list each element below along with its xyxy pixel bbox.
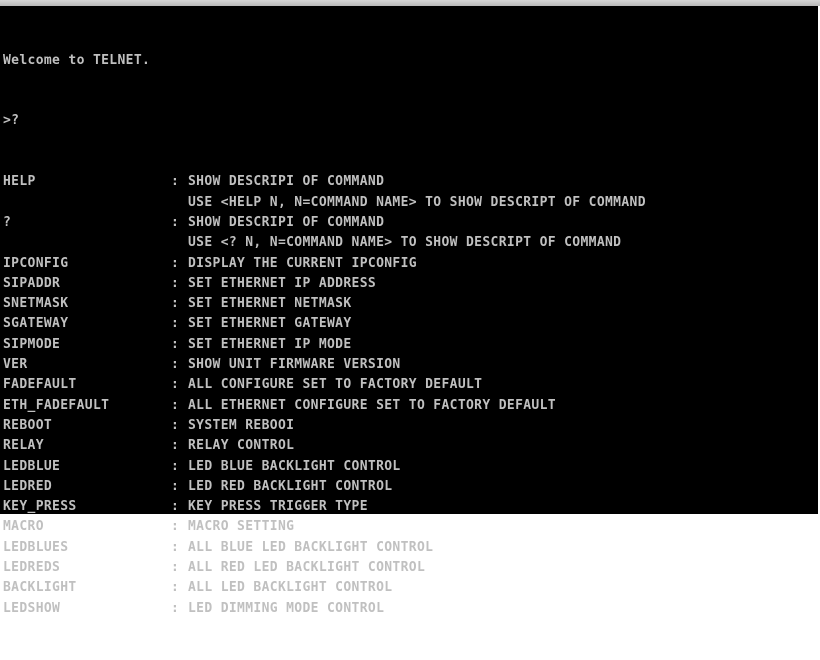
command-separator: : (171, 600, 180, 616)
command-row: ETH_FADEFAULT: ALL ETHERNET CONFIGURE SET… (3, 396, 646, 416)
command-description: ALL CONFIGURE SET TO FACTORY DEFAULT (188, 377, 483, 393)
command-description: LED DIMMING MODE CONTROL (188, 600, 385, 616)
command-name: SIPADDR (3, 275, 61, 291)
telnet-terminal[interactable]: Welcome to TELNET. >? HELP: SHOW DESCRIPI… (0, 6, 820, 616)
command-name: REBOOT (3, 417, 53, 433)
command-row: REBOOT: SYSTEM REBOOI (3, 416, 646, 436)
command-description: ALL RED LED BACKLIGHT CONTROL (188, 560, 426, 576)
command-row: IPCONFIG: DISPLAY THE CURRENT IPCONFIG (3, 254, 646, 274)
command-description: SET ETHERNET GATEWAY (188, 316, 352, 332)
command-separator: : (171, 560, 180, 576)
command-name: KEY_PRESS (3, 499, 77, 515)
command-row: VER: SHOW UNIT FIRMWARE VERSION (3, 355, 646, 375)
command-separator: : (171, 255, 180, 271)
command-separator: : (171, 296, 180, 312)
command-description: SET ETHERNET NETMASK (188, 296, 352, 312)
command-separator: : (171, 214, 180, 230)
command-name: LEDBLUE (3, 458, 61, 474)
command-row: HELP: SHOW DESCRIPI OF COMMAND (3, 172, 646, 192)
command-name: VER (3, 357, 28, 373)
command-name: ETH_FADEFAULT (3, 397, 110, 413)
command-name: LEDREDS (3, 560, 61, 576)
command-name: BACKLIGHT (3, 580, 77, 596)
command-description: MACRO SETTING (188, 519, 295, 535)
command-description: LED RED BACKLIGHT CONTROL (188, 478, 393, 494)
command-name: SIPMODE (3, 336, 61, 352)
command-row: USE <? N, N=COMMAND NAME> TO SHOW DESCRI… (3, 233, 646, 253)
command-description: SHOW DESCRIPI OF COMMAND (188, 214, 385, 230)
command-separator: : (171, 478, 180, 494)
command-list: HELP: SHOW DESCRIPI OF COMMAND USE <HELP N… (3, 172, 646, 619)
command-description: RELAY CONTROL (188, 438, 295, 454)
command-description: LED BLUE BACKLIGHT CONTROL (188, 458, 401, 474)
command-row: RELAY: RELAY CONTROL (3, 436, 646, 456)
command-description: DISPLAY THE CURRENT IPCONFIG (188, 255, 417, 271)
command-separator: : (171, 580, 180, 596)
command-description: SHOW DESCRIPI OF COMMAND (188, 174, 385, 190)
command-description: SYSTEM REBOOI (188, 417, 295, 433)
prompt-line: >? (3, 111, 646, 131)
command-row: SIPADDR: SET ETHERNET IP ADDRESS (3, 274, 646, 294)
command-separator: : (171, 275, 180, 291)
command-name: HELP (3, 174, 36, 190)
command-name: LEDSHOW (3, 600, 61, 616)
command-row: ?: SHOW DESCRIPI OF COMMAND (3, 213, 646, 233)
command-separator: : (171, 174, 180, 190)
command-row: FADEFAULT: ALL CONFIGURE SET TO FACTORY D… (3, 375, 646, 395)
command-row: MACRO: MACRO SETTING (3, 517, 646, 537)
command-description: ALL ETHERNET CONFIGURE SET TO FACTORY DE… (188, 397, 556, 413)
command-separator: : (171, 316, 180, 332)
command-separator: : (171, 417, 180, 433)
command-name: FADEFAULT (3, 377, 77, 393)
command-row: LEDSHOW: LED DIMMING MODE CONTROL (3, 599, 646, 619)
command-name: SNETMASK (3, 296, 69, 312)
command-separator: : (171, 336, 180, 352)
banner-line: Welcome to TELNET. (3, 51, 646, 71)
command-description: SET ETHERNET IP MODE (188, 336, 352, 352)
command-name: SGATEWAY (3, 316, 69, 332)
command-row: SIPMODE: SET ETHERNET IP MODE (3, 335, 646, 355)
command-row: LEDREDS: ALL RED LED BACKLIGHT CONTROL (3, 558, 646, 578)
command-separator: : (171, 357, 180, 373)
command-description: ALL LED BACKLIGHT CONTROL (188, 580, 393, 596)
command-row: BACKLIGHT: ALL LED BACKLIGHT CONTROL (3, 578, 646, 598)
command-separator: : (171, 499, 180, 515)
command-separator: : (171, 519, 180, 535)
command-row: KEY_PRESS: KEY PRESS TRIGGER TYPE (3, 497, 646, 517)
command-prompt: >? (3, 113, 20, 129)
command-row: LEDRED: LED RED BACKLIGHT CONTROL (3, 477, 646, 497)
command-separator: : (171, 438, 180, 454)
command-separator: : (171, 397, 180, 413)
command-name: MACRO (3, 519, 44, 535)
command-row: USE <HELP N, N=COMMAND NAME> TO SHOW DES… (3, 193, 646, 213)
command-name: IPCONFIG (3, 255, 69, 271)
command-row: LEDBLUE: LED BLUE BACKLIGHT CONTROL (3, 457, 646, 477)
command-description: ALL BLUE LED BACKLIGHT CONTROL (188, 539, 434, 555)
command-row: LEDBLUES: ALL BLUE LED BACKLIGHT CONTROL (3, 538, 646, 558)
command-separator: : (171, 458, 180, 474)
command-description: SHOW UNIT FIRMWARE VERSION (188, 357, 401, 373)
welcome-banner: Welcome to TELNET. (3, 52, 151, 68)
command-row: SNETMASK: SET ETHERNET NETMASK (3, 294, 646, 314)
command-separator: : (171, 377, 180, 393)
command-description: USE <? N, N=COMMAND NAME> TO SHOW DESCRI… (188, 235, 622, 251)
command-name: LEDRED (3, 478, 53, 494)
command-separator: : (171, 539, 180, 555)
terminal-output: Welcome to TELNET. >? HELP: SHOW DESCRIPI… (3, 10, 646, 660)
command-description: USE <HELP N, N=COMMAND NAME> TO SHOW DES… (188, 194, 646, 210)
command-description: KEY PRESS TRIGGER TYPE (188, 499, 368, 515)
command-name: RELAY (3, 438, 44, 454)
command-description: SET ETHERNET IP ADDRESS (188, 275, 377, 291)
command-name: ? (3, 214, 12, 230)
command-name: LEDBLUES (3, 539, 69, 555)
command-row: SGATEWAY: SET ETHERNET GATEWAY (3, 314, 646, 334)
